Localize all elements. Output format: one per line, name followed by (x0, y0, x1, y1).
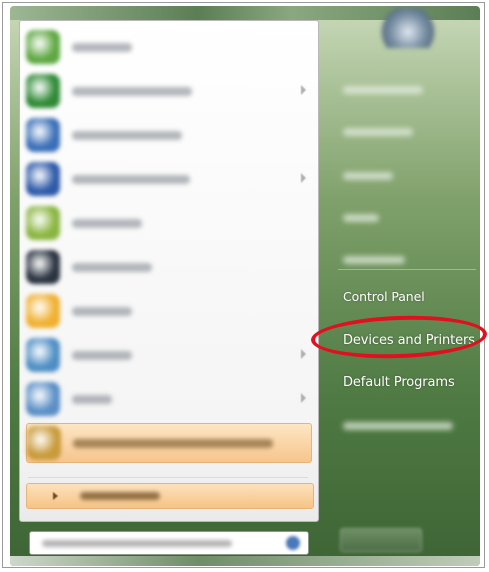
program-item[interactable] (26, 203, 312, 243)
program-item[interactable] (26, 423, 312, 463)
program-label (72, 86, 192, 96)
right-column-item-label (343, 256, 405, 264)
all-programs-arrow-icon (53, 492, 58, 500)
snipping-tool-icon (26, 250, 60, 284)
program-item[interactable] (26, 379, 312, 419)
excel-icon (26, 74, 60, 108)
all-programs-button[interactable] (26, 483, 314, 509)
right-column-item[interactable] (329, 162, 479, 190)
taskbar-glow-bottom (10, 556, 480, 566)
globe-icon (26, 118, 60, 152)
shut-down-button[interactable] (340, 528, 422, 552)
program-item[interactable] (26, 71, 312, 111)
programs-pane (19, 20, 319, 522)
help-and-support-link[interactable] (329, 412, 479, 440)
right-column-item-label (343, 172, 393, 180)
program-label (72, 174, 190, 184)
program-label (72, 262, 152, 272)
program-item[interactable] (26, 27, 312, 67)
program-label (72, 394, 112, 404)
user-picture[interactable] (380, 8, 436, 48)
program-item[interactable] (26, 115, 312, 155)
control-panel-link[interactable]: Control Panel (329, 282, 479, 310)
right-column-item[interactable] (329, 118, 479, 146)
program-label (72, 218, 142, 228)
program-label (72, 42, 132, 52)
program-label (72, 306, 132, 316)
paint-icon (26, 382, 60, 416)
right-column-item-label (343, 214, 379, 222)
right-column-divider (338, 269, 476, 270)
program-item[interactable] (26, 159, 312, 199)
right-column-item[interactable] (329, 204, 479, 232)
control-panel-label: Control Panel (343, 288, 425, 304)
search-placeholder (42, 540, 232, 547)
right-column-item[interactable] (329, 76, 479, 104)
right-column-item-label (343, 86, 423, 94)
right-column-item-label (343, 128, 413, 136)
program-label (72, 350, 132, 360)
search-programs-input[interactable] (29, 531, 309, 555)
google-talk-icon (26, 30, 60, 64)
notepad-icon (26, 206, 60, 240)
program-label (72, 130, 182, 140)
program-item[interactable] (26, 335, 312, 375)
snagit-editor-icon (27, 426, 61, 460)
snagit-icon (26, 294, 60, 328)
default-programs-link[interactable]: Default Programs (329, 368, 479, 396)
program-item[interactable] (26, 247, 312, 287)
program-label (73, 438, 273, 448)
all-programs-label (80, 492, 160, 500)
submenu-arrow-icon (301, 85, 306, 95)
program-item[interactable] (26, 291, 312, 331)
notepad-plus-icon (26, 338, 60, 372)
help-and-support-label (343, 422, 453, 430)
submenu-arrow-icon (301, 173, 306, 183)
submenu-arrow-icon (301, 349, 306, 359)
word-icon (26, 162, 60, 196)
search-icon[interactable] (286, 536, 300, 550)
default-programs-label: Default Programs (343, 374, 455, 390)
programs-divider (28, 477, 308, 478)
start-menu: Control Panel Devices and Printers Defau… (10, 6, 480, 566)
submenu-arrow-icon (301, 393, 306, 403)
